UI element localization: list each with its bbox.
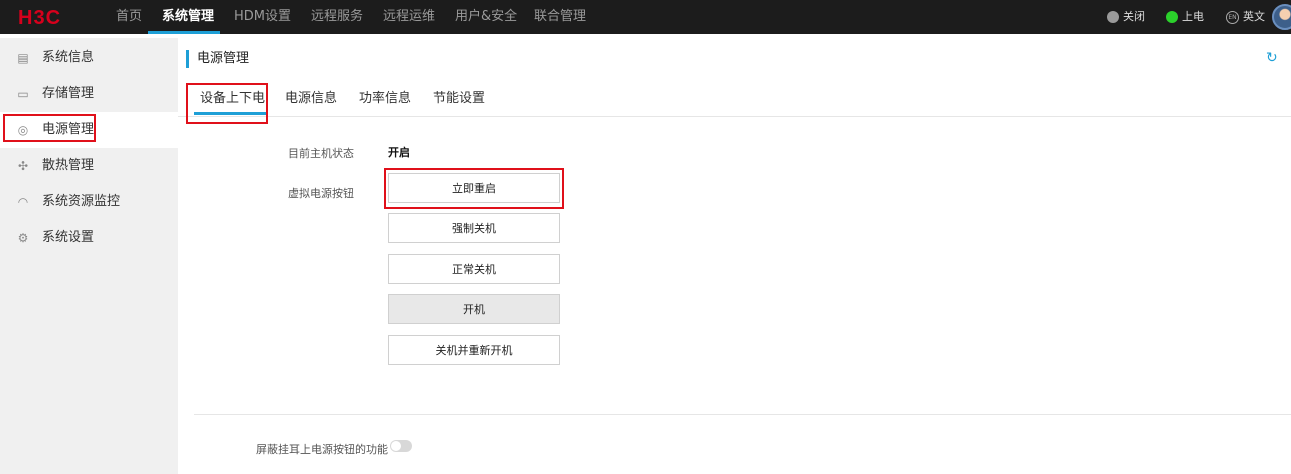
sidebar-item-label: 电源管理 <box>42 122 95 137</box>
tab-power-info[interactable]: 电源信息 <box>285 86 337 112</box>
power-label: 上电 <box>1182 10 1204 23</box>
tab-power-on-off[interactable]: 设备上下电 <box>200 86 265 112</box>
host-status-label: 目前主机状态 <box>288 147 354 160</box>
mask-power-button-label: 屏蔽挂耳上电源按钮的功能 <box>256 443 388 456</box>
host-status-value: 开启 <box>388 146 410 159</box>
nav-hdm-settings[interactable]: HDM设置 <box>234 0 291 34</box>
sidebar-item-label: 系统设置 <box>42 230 95 245</box>
sidebar: ▤ 系统信息 ▭ 存储管理 ◎ 电源管理 ✣ 散热管理 ◠ 系统资源监控 ⚙ 系统设置 <box>0 38 178 474</box>
toggle-knob <box>391 441 401 451</box>
nav-remote-ops[interactable]: 远程运维 <box>383 0 435 34</box>
sidebar-item-system-settings[interactable]: ⚙ 系统设置 <box>0 220 178 256</box>
sidebar-item-resource-monitor[interactable]: ◠ 系统资源监控 <box>0 184 178 220</box>
user-avatar[interactable] <box>1272 4 1291 30</box>
top-navigation-bar: H3C 首页 系统管理 HDM设置 远程服务 远程运维 用户&安全 联合管理 关… <box>0 0 1291 34</box>
uid-toggle[interactable]: 关闭 <box>1107 0 1145 34</box>
nav-system-management[interactable]: 系统管理 <box>162 0 214 34</box>
tab-power-consumption[interactable]: 功率信息 <box>359 86 411 112</box>
refresh-icon[interactable]: ↻ <box>1266 50 1278 66</box>
sidebar-item-cooling[interactable]: ✣ 散热管理 <box>0 148 178 184</box>
divider <box>194 414 1291 415</box>
mask-power-button-toggle[interactable] <box>390 440 412 452</box>
normal-shutdown-button[interactable]: 正常关机 <box>388 254 560 284</box>
document-icon: ▤ <box>17 51 29 65</box>
sidebar-item-power[interactable]: ◎ 电源管理 <box>0 112 178 148</box>
power-icon <box>1166 11 1178 23</box>
uid-icon <box>1107 11 1119 23</box>
storage-icon: ▭ <box>17 87 29 101</box>
nav-active-indicator <box>148 31 220 34</box>
h3c-logo[interactable]: H3C <box>18 7 61 30</box>
settings-icon: ⚙ <box>17 231 29 245</box>
language-switch[interactable]: EN 英文 <box>1226 0 1265 34</box>
language-icon: EN <box>1226 10 1239 24</box>
fan-icon: ✣ <box>17 159 29 173</box>
restart-now-button[interactable]: 立即重启 <box>388 173 560 203</box>
uid-label: 关闭 <box>1123 10 1145 23</box>
power-cycle-button[interactable]: 关机并重新开机 <box>388 335 560 365</box>
sidebar-item-system-info[interactable]: ▤ 系统信息 <box>0 40 178 76</box>
tab-energy-saving[interactable]: 节能设置 <box>433 86 485 112</box>
main-panel: 电源管理 ↻ 设备上下电 电源信息 功率信息 节能设置 目前主机状态 开启 虚拟… <box>178 38 1291 474</box>
power-status[interactable]: 上电 <box>1166 0 1204 34</box>
nav-user-security[interactable]: 用户&安全 <box>455 0 517 34</box>
divider <box>178 116 1291 117</box>
sidebar-item-label: 散热管理 <box>42 158 95 173</box>
virtual-power-button-label: 虚拟电源按钮 <box>288 187 354 200</box>
nav-federation[interactable]: 联合管理 <box>534 0 586 34</box>
sidebar-item-label: 系统资源监控 <box>42 194 121 209</box>
sidebar-item-label: 系统信息 <box>42 50 95 65</box>
tab-active-indicator <box>194 112 266 115</box>
monitor-icon: ◠ <box>17 195 29 209</box>
page-title: 电源管理 <box>186 50 249 68</box>
power-on-button[interactable]: 开机 <box>388 294 560 324</box>
force-shutdown-button[interactable]: 强制关机 <box>388 213 560 243</box>
nav-remote-service[interactable]: 远程服务 <box>311 0 363 34</box>
nav-home[interactable]: 首页 <box>116 0 142 34</box>
sidebar-item-storage[interactable]: ▭ 存储管理 <box>0 76 178 112</box>
power-icon: ◎ <box>17 123 29 137</box>
sidebar-item-label: 存储管理 <box>42 86 95 101</box>
language-label: 英文 <box>1243 10 1265 23</box>
